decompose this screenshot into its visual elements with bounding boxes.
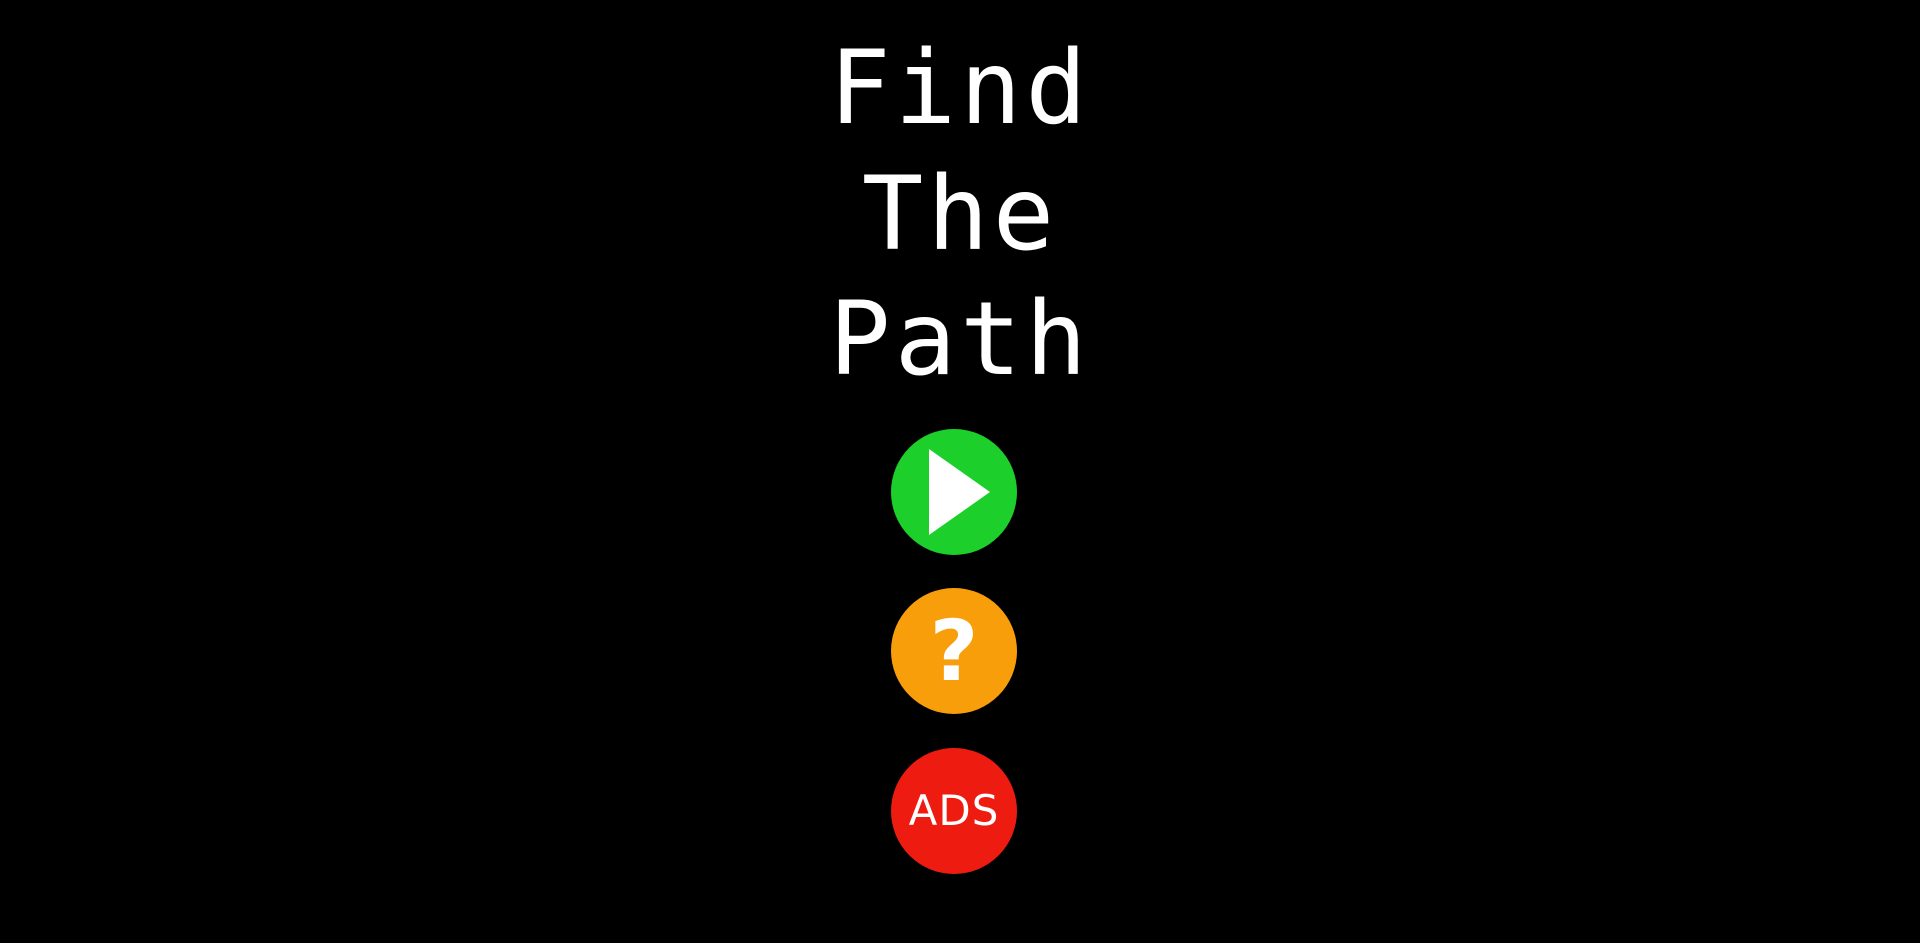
title-line-path: Path	[829, 280, 1091, 399]
play-button[interactable]	[891, 429, 1017, 555]
ads-label: ADS	[908, 786, 1000, 835]
main-menu-screen: Find The Path ? ADS	[0, 0, 1920, 943]
question-mark-icon: ?	[929, 602, 979, 700]
help-button[interactable]: ?	[891, 588, 1017, 714]
play-icon	[928, 449, 990, 535]
ads-button[interactable]: ADS	[891, 748, 1017, 874]
title-line-find: Find	[829, 29, 1091, 148]
title-line-the: The	[861, 155, 1059, 274]
